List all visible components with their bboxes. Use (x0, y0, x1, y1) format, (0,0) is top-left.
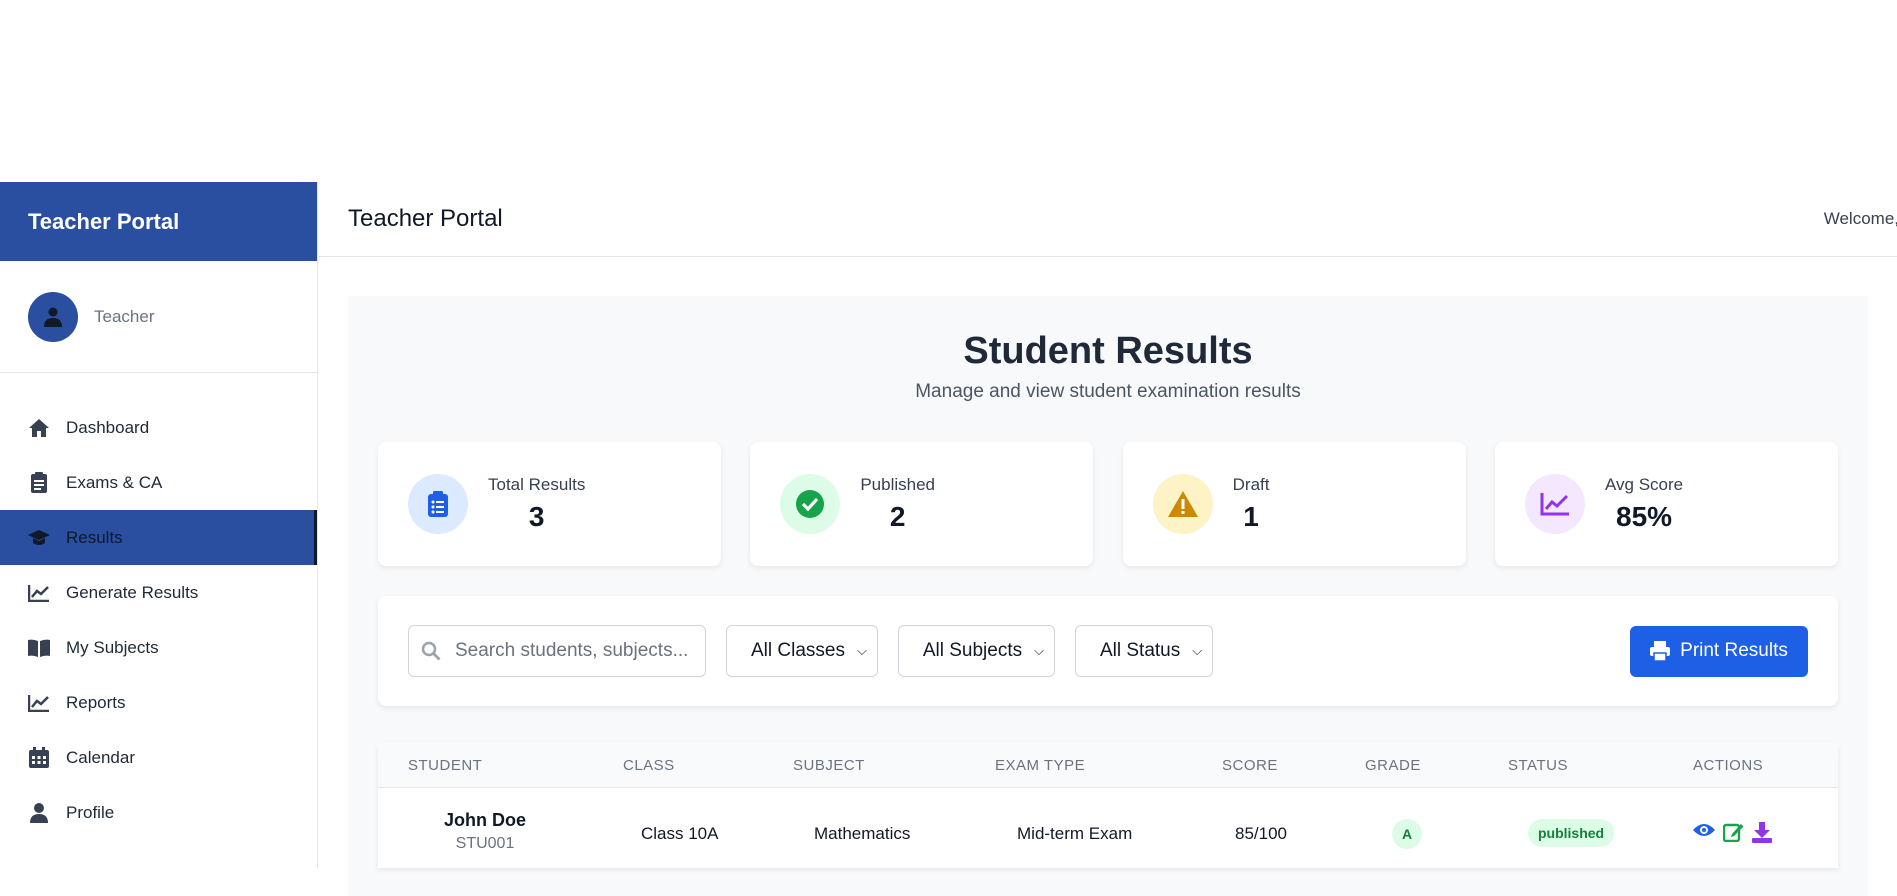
chevron-down-icon: ⌵ (856, 643, 867, 658)
main-area: Teacher Portal Welcome, Student Results … (318, 182, 1897, 896)
row-actions (1693, 822, 1772, 848)
filters-bar: All Classes ⌵ All Subjects ⌵ All Status … (378, 596, 1838, 706)
user-role: Teacher (94, 306, 155, 326)
clipboard-icon (28, 472, 50, 494)
table-header: STUDENT CLASS SUBJECT EXAM TYPE SCORE GR… (378, 742, 1838, 788)
chevron-down-icon: ⌵ (1034, 643, 1044, 658)
stat-value: 2 (889, 501, 906, 532)
class-filter-value: All Classes (751, 640, 845, 661)
sidebar-item-label: Exams & CA (66, 472, 163, 492)
sidebar-item-profile[interactable]: Profile (0, 785, 317, 840)
results-content: Student Results Manage and view student … (348, 296, 1868, 896)
sidebar-nav: Dashboard Exams & CA Results Generate Re… (0, 373, 317, 840)
status-filter-select[interactable]: All Status ⌵ (1074, 625, 1214, 677)
sidebar-item-generate-results[interactable]: Generate Results (0, 565, 317, 620)
stat-value: 3 (528, 501, 545, 532)
column-header-student: STUDENT (408, 757, 483, 774)
chart-line-icon (28, 692, 50, 714)
score-cell: 85/100 (1235, 824, 1287, 843)
grade-badge: A (1392, 819, 1422, 849)
warning-icon (1152, 474, 1213, 534)
column-header-subject: SUBJECT (793, 757, 865, 774)
sidebar-item-label: My Subjects (66, 637, 159, 657)
stat-card-avg-score: Avg Score 85% (1494, 442, 1838, 566)
student-name: John Doe (443, 810, 526, 830)
search-icon (421, 641, 441, 661)
column-header-score: SCORE (1222, 757, 1278, 774)
sidebar-item-label: Results (66, 527, 123, 547)
column-header-actions: ACTIONS (1693, 757, 1764, 774)
stat-card-published: Published 2 (750, 442, 1094, 566)
check-circle-icon (780, 474, 841, 534)
sidebar-item-label: Profile (66, 802, 115, 822)
sidebar-item-label: Generate Results (66, 582, 199, 602)
print-results-label: Print Results (1680, 640, 1788, 661)
download-icon[interactable] (1752, 822, 1772, 848)
print-results-button[interactable]: Print Results (1630, 625, 1808, 677)
sidebar-item-exams[interactable]: Exams & CA (0, 455, 317, 510)
avatar (28, 291, 78, 342)
status-badge: published (1528, 819, 1615, 847)
sidebar: Teacher Portal Teacher Dashboard Exams &… (0, 182, 318, 868)
search-box[interactable] (408, 625, 706, 677)
class-cell: Class 10A (641, 824, 719, 843)
edit-icon[interactable] (1722, 822, 1744, 848)
sidebar-user: Teacher (0, 261, 317, 373)
graduation-cap-icon (28, 527, 50, 549)
search-input[interactable] (455, 640, 695, 662)
welcome-text: Welcome, (1823, 209, 1897, 228)
app-root: Teacher Portal Teacher Dashboard Exams &… (0, 182, 1897, 896)
column-header-grade: GRADE (1365, 757, 1421, 774)
page-title: Student Results (963, 330, 1253, 372)
calendar-icon (28, 747, 50, 769)
class-filter-select[interactable]: All Classes ⌵ (726, 625, 878, 677)
sidebar-item-my-subjects[interactable]: My Subjects (0, 620, 317, 675)
status-filter-value: All Status (1099, 640, 1181, 661)
table-row: John Doe STU001 Class 10A Mathematics Mi… (378, 788, 1838, 868)
home-icon (28, 417, 50, 439)
column-header-exam-type: EXAM TYPE (995, 757, 1086, 774)
chart-line-icon (1524, 474, 1585, 534)
sidebar-item-label: Calendar (66, 747, 135, 767)
topbar-title: Teacher Portal (348, 205, 503, 232)
user-icon (28, 802, 50, 824)
printer-icon (1650, 641, 1671, 661)
sidebar-item-dashboard[interactable]: Dashboard (0, 400, 317, 455)
user-icon (44, 307, 62, 327)
stats-row: Total Results 3 Published 2 Draft 1 Avg … (378, 442, 1838, 566)
clipboard-list-icon (408, 474, 468, 534)
stat-label: Avg Score (1604, 475, 1684, 494)
stat-label: Total Results (488, 475, 586, 494)
stat-card-draft: Draft 1 (1122, 442, 1466, 566)
sidebar-item-calendar[interactable]: Calendar (0, 730, 317, 785)
stat-card-total-results: Total Results 3 (378, 442, 721, 566)
view-icon[interactable] (1693, 822, 1715, 848)
sidebar-item-reports[interactable]: Reports (0, 675, 317, 730)
sidebar-item-label: Reports (66, 692, 126, 712)
stat-value: 85% (1616, 501, 1673, 532)
page-subtitle: Manage and view student examination resu… (915, 381, 1301, 402)
stat-value: 1 (1243, 501, 1259, 532)
subject-cell: Mathematics (814, 824, 911, 843)
chevron-down-icon: ⌵ (1192, 643, 1203, 658)
stat-label: Draft (1232, 475, 1270, 494)
column-header-status: STATUS (1508, 757, 1568, 774)
sidebar-item-label: Dashboard (66, 417, 150, 437)
book-icon (28, 637, 50, 659)
sidebar-title: Teacher Portal (0, 182, 317, 261)
stat-label: Published (860, 475, 935, 494)
topbar: Teacher Portal Welcome, (318, 182, 1897, 257)
chart-line-icon (28, 582, 50, 604)
sidebar-item-results[interactable]: Results (0, 510, 317, 565)
column-header-class: CLASS (623, 757, 675, 774)
student-id: STU001 (455, 835, 515, 852)
subject-filter-select[interactable]: All Subjects ⌵ (897, 625, 1055, 677)
student-cell: John Doe STU001 (378, 810, 592, 853)
results-table: STUDENT CLASS SUBJECT EXAM TYPE SCORE GR… (378, 742, 1838, 868)
exam-type-cell: Mid-term Exam (1017, 824, 1133, 843)
subject-filter-value: All Subjects (922, 640, 1023, 661)
